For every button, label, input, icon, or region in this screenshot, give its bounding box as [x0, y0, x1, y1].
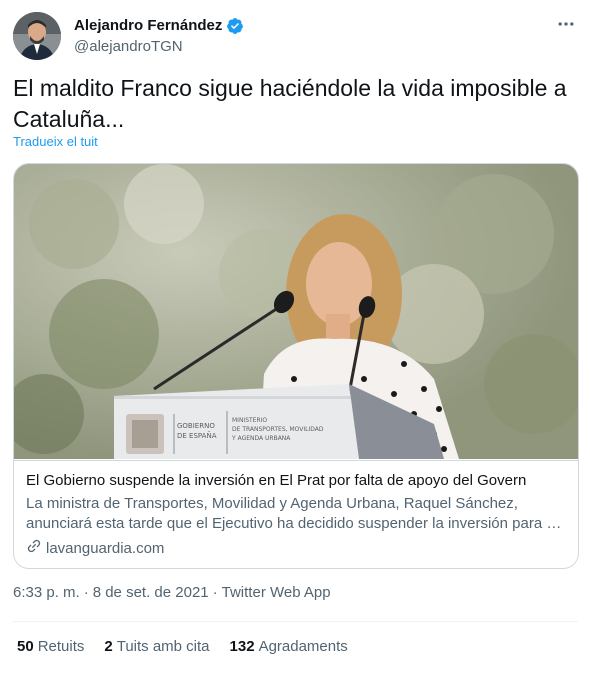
verified-badge-icon: [226, 17, 244, 35]
svg-text:MINISTERIO: MINISTERIO: [232, 417, 267, 424]
svg-text:DE TRANSPORTES, MOVILIDAD: DE TRANSPORTES, MOVILIDAD: [232, 426, 324, 433]
display-name-row: Alejandro Fernández: [74, 16, 244, 36]
retweets-count: 50: [17, 638, 34, 655]
quotes-label: Tuits amb cita: [116, 638, 210, 655]
likes-count: 132: [229, 638, 255, 655]
tweet-text: El maldito Franco sigue haciéndole la vi…: [13, 75, 567, 132]
card-domain-row: lavanguardia.com: [26, 538, 566, 560]
card-body: El Gobierno suspende la inversión en El …: [14, 460, 578, 560]
author-names: Alejandro Fernández @alejandroTGN: [74, 16, 244, 57]
svg-text:GOBIERNO: GOBIERNO: [177, 422, 215, 430]
card-title: El Gobierno suspende la inversión en El …: [26, 472, 527, 489]
tweet-source[interactable]: Twitter Web App: [222, 584, 331, 601]
tweet-header: Alejandro Fernández @alejandroTGN: [13, 12, 578, 60]
avatar[interactable]: [13, 12, 61, 60]
meta-separator: ·: [83, 584, 89, 601]
display-name[interactable]: Alejandro Fernández: [74, 16, 222, 36]
card-image: GOBIERNO DE ESPAÑA MINISTERIO DE TRANSPO…: [14, 164, 578, 459]
retweets-label: Retuits: [37, 638, 85, 655]
divider: [13, 621, 578, 622]
likes-label: Agradaments: [258, 638, 348, 655]
tweet-stats: 50 Retuits 2 Tuits amb cita 132 Agradaments: [17, 638, 348, 655]
quotes-stat[interactable]: 2 Tuits amb cita: [104, 638, 209, 655]
card-description-text: La ministra de Transportes, Movilidad y …: [26, 495, 559, 532]
likes-stat[interactable]: 132 Agradaments: [230, 638, 348, 655]
tweet-meta: 6:33 p. m. · 8 de set. de 2021 · Twitter…: [13, 584, 331, 601]
svg-text:DE ESPAÑA: DE ESPAÑA: [177, 431, 217, 440]
meta-separator: ·: [212, 584, 218, 601]
more-horizontal-icon[interactable]: [554, 14, 578, 34]
tweet-date[interactable]: 8 de set. de 2021: [93, 584, 209, 601]
link-card[interactable]: GOBIERNO DE ESPAÑA MINISTERIO DE TRANSPO…: [13, 163, 579, 569]
link-icon: [26, 538, 42, 560]
quotes-count: 2: [104, 638, 113, 655]
tweet-time[interactable]: 6:33 p. m.: [13, 584, 80, 601]
handle[interactable]: @alejandroTGN: [74, 37, 244, 57]
retweets-stat[interactable]: 50 Retuits: [17, 638, 84, 655]
card-domain: lavanguardia.com: [46, 540, 165, 557]
translate-link[interactable]: Tradueix el tuit: [13, 134, 98, 149]
card-description: La ministra de Transportes, Movilidad y …: [26, 494, 566, 536]
avatar-image: [13, 12, 61, 60]
svg-text:Y AGENDA URBANA: Y AGENDA URBANA: [231, 435, 291, 442]
